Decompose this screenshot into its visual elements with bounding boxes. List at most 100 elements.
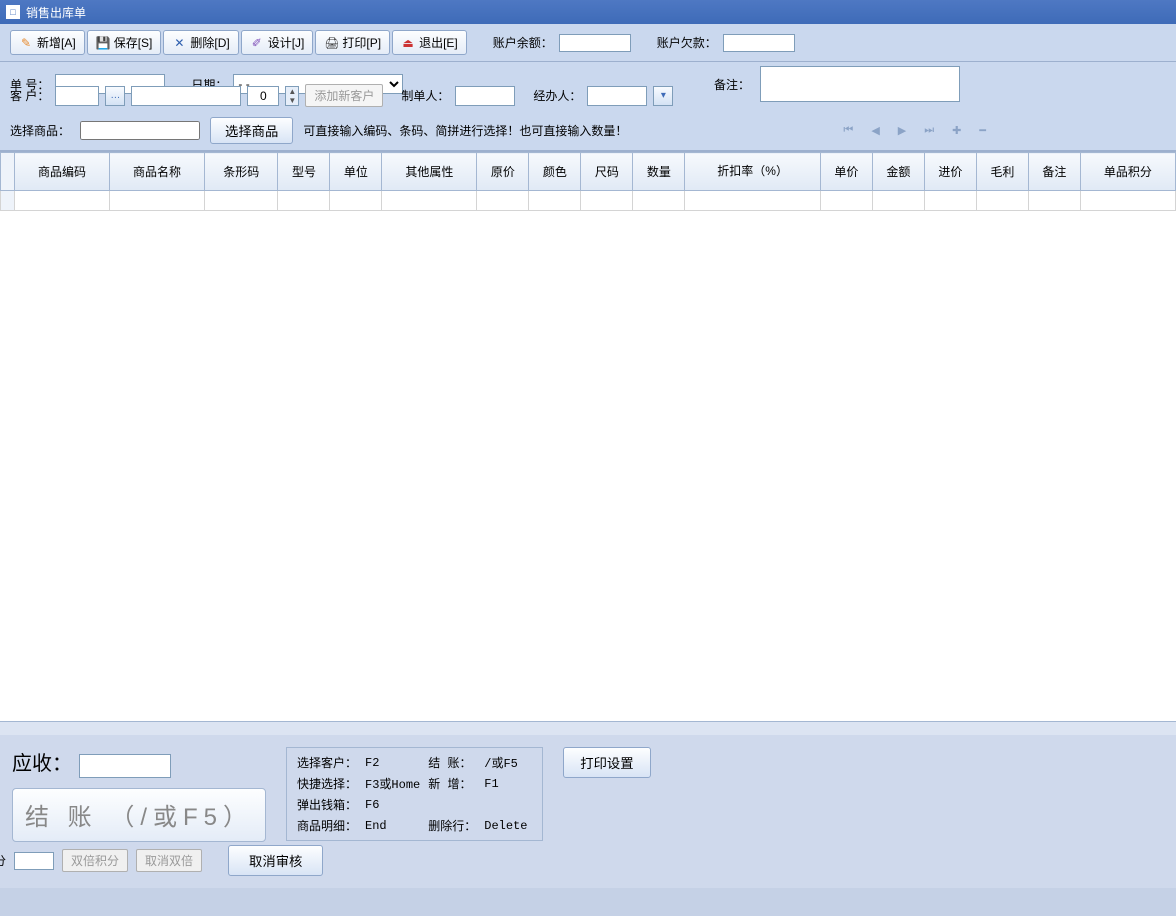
quantity-spinner[interactable]: ▲▼ — [285, 86, 299, 106]
double-points-button: 双倍积分 — [62, 849, 128, 872]
customer-lookup-button[interactable]: … — [105, 86, 125, 106]
receivable-block: 应收： 结 账 （/或F5） — [12, 747, 266, 842]
print-icon: 🖨 — [324, 36, 338, 50]
col-qty[interactable]: 数量 — [633, 153, 685, 191]
customer-label: 客 户： — [10, 87, 49, 104]
save-label: 保存[S] — [114, 34, 153, 51]
delete-button[interactable]: ✕ 删除[D] — [163, 30, 238, 55]
select-product-row: 选择商品： 选择商品 可直接输入编码、条码、简拼进行选择！也可直接输入数量！ ⏮… — [0, 111, 1176, 151]
design-label: 设计[J] — [268, 34, 305, 51]
customer-name-input[interactable] — [131, 86, 241, 106]
col-remark[interactable]: 备注 — [1028, 153, 1080, 191]
balance-field[interactable] — [559, 34, 631, 52]
cancel-audit-button[interactable]: 取消审核 — [228, 845, 323, 876]
hint-detail-v: End — [365, 819, 420, 833]
select-product-hint: 可直接输入编码、条码、简拼进行选择！也可直接输入数量！ — [303, 122, 627, 139]
handler-input[interactable] — [587, 86, 647, 106]
hint-delrow-v: Delete — [484, 819, 532, 833]
form-row-2: 客 户： … ▲▼ 添加新客户 制单人： 经办人： ▾ — [0, 84, 1176, 111]
exit-label: 退出[E] — [419, 34, 458, 51]
nav-next-icon[interactable]: ▶ — [898, 124, 906, 137]
receivable-input[interactable] — [79, 754, 171, 778]
receivable-label: 应收： — [12, 753, 72, 775]
new-icon: ✎ — [19, 36, 33, 50]
nav-last-icon[interactable]: ⏭ — [924, 124, 934, 137]
col-orig-price[interactable]: 原价 — [477, 153, 529, 191]
col-discount[interactable]: 折扣率（%） — [685, 153, 821, 191]
balance-label: 账户余额： — [493, 34, 553, 51]
customer-code-input[interactable] — [55, 86, 99, 106]
handler-label: 经办人： — [533, 87, 581, 104]
window-title: 销售出库单 — [26, 4, 86, 21]
hint-detail-k: 商品明细： — [297, 817, 357, 834]
new-label: 新增[A] — [37, 34, 76, 51]
creator-label: 制单人： — [401, 87, 449, 104]
items-table[interactable]: 商品编码 商品名称 条形码 型号 单位 其他属性 原价 颜色 尺码 数量 折扣率… — [0, 152, 1176, 211]
exit-button[interactable]: ⏏ 退出[E] — [392, 30, 467, 55]
grid-area: 商品编码 商品名称 条形码 型号 单位 其他属性 原价 颜色 尺码 数量 折扣率… — [0, 151, 1176, 721]
grid-footer — [0, 721, 1176, 735]
quantity-input[interactable] — [247, 86, 279, 106]
hint-checkout-v: /或F5 — [484, 754, 532, 771]
col-unit-price[interactable]: 单价 — [820, 153, 872, 191]
hint-checkout-k: 结 账： — [428, 754, 476, 771]
hint-new-k: 新 增： — [428, 775, 476, 792]
creator-input[interactable] — [455, 86, 515, 106]
nav-remove-icon[interactable]: ━ — [979, 124, 986, 137]
col-color[interactable]: 颜色 — [529, 153, 581, 191]
app-icon: □ — [6, 5, 20, 19]
hint-select-customer-v: F2 — [365, 756, 420, 770]
nav-prev-icon[interactable]: ◀ — [871, 124, 879, 137]
add-customer-button: 添加新客户 — [305, 84, 383, 107]
delete-icon: ✕ — [172, 36, 186, 50]
record-nav: ⏮ ◀ ▶ ⏭ ✚ ━ — [843, 124, 986, 137]
nav-add-icon[interactable]: ✚ — [952, 124, 961, 137]
hint-cashbox-v: F6 — [365, 798, 420, 812]
col-profit[interactable]: 毛利 — [976, 153, 1028, 191]
audit-row: 本单积分 双倍积分 取消双倍 取消审核 — [0, 845, 543, 876]
delete-label: 删除[D] — [190, 34, 229, 51]
toolbar: ✎ 新增[A] 💾 保存[S] ✕ 删除[D] ✐ 设计[J] 🖨 打印[P] … — [0, 24, 1176, 62]
col-unit[interactable]: 单位 — [330, 153, 382, 191]
select-product-button[interactable]: 选择商品 — [210, 117, 293, 144]
col-other-attr[interactable]: 其他属性 — [382, 153, 477, 191]
exit-icon: ⏏ — [401, 36, 415, 50]
hint-new-v: F1 — [484, 777, 532, 791]
col-barcode[interactable]: 条形码 — [204, 153, 277, 191]
print-label: 打印[P] — [342, 34, 381, 51]
nav-first-icon[interactable]: ⏮ — [843, 124, 853, 137]
remark-label: 备注： — [714, 76, 750, 93]
checkout-button[interactable]: 结 账 （/或F5） — [12, 788, 266, 842]
col-size[interactable]: 尺码 — [581, 153, 633, 191]
hint-cashbox-k: 弹出钱箱： — [297, 796, 357, 813]
col-product-name[interactable]: 商品名称 — [109, 153, 204, 191]
col-amount[interactable]: 金额 — [872, 153, 924, 191]
save-icon: 💾 — [96, 36, 110, 50]
col-cost[interactable]: 进价 — [924, 153, 976, 191]
print-setup-button[interactable]: 打印设置 — [563, 747, 650, 778]
print-button[interactable]: 🖨 打印[P] — [315, 30, 390, 55]
hint-quick-k: 快捷选择： — [297, 775, 357, 792]
owed-label: 账户欠款： — [657, 34, 717, 51]
bill-points-input[interactable] — [14, 852, 54, 870]
new-button[interactable]: ✎ 新增[A] — [10, 30, 85, 55]
hint-quick-v: F3或Home — [365, 775, 420, 792]
design-button[interactable]: ✐ 设计[J] — [241, 30, 314, 55]
hint-delrow-k: 删除行： — [428, 817, 476, 834]
table-row[interactable] — [1, 191, 1176, 211]
remark-textarea[interactable] — [760, 66, 960, 102]
save-button[interactable]: 💾 保存[S] — [87, 30, 162, 55]
select-product-input[interactable] — [80, 121, 200, 140]
handler-lookup-button[interactable]: ▾ — [653, 86, 673, 106]
shortcuts-box: 选择客户： F2 结 账： /或F5 快捷选择： F3或Home 新 增： F1… — [286, 747, 543, 841]
row-header-corner — [1, 153, 15, 191]
titlebar: □ 销售出库单 — [0, 0, 1176, 24]
col-product-code[interactable]: 商品编码 — [15, 153, 110, 191]
col-item-points[interactable]: 单品积分 — [1080, 153, 1175, 191]
col-model[interactable]: 型号 — [278, 153, 330, 191]
bill-points-label: 本单积分 — [0, 852, 6, 869]
select-product-label: 选择商品： — [10, 122, 70, 139]
cancel-double-button: 取消双倍 — [136, 849, 202, 872]
owed-field[interactable] — [723, 34, 795, 52]
hint-select-customer-k: 选择客户： — [297, 754, 357, 771]
